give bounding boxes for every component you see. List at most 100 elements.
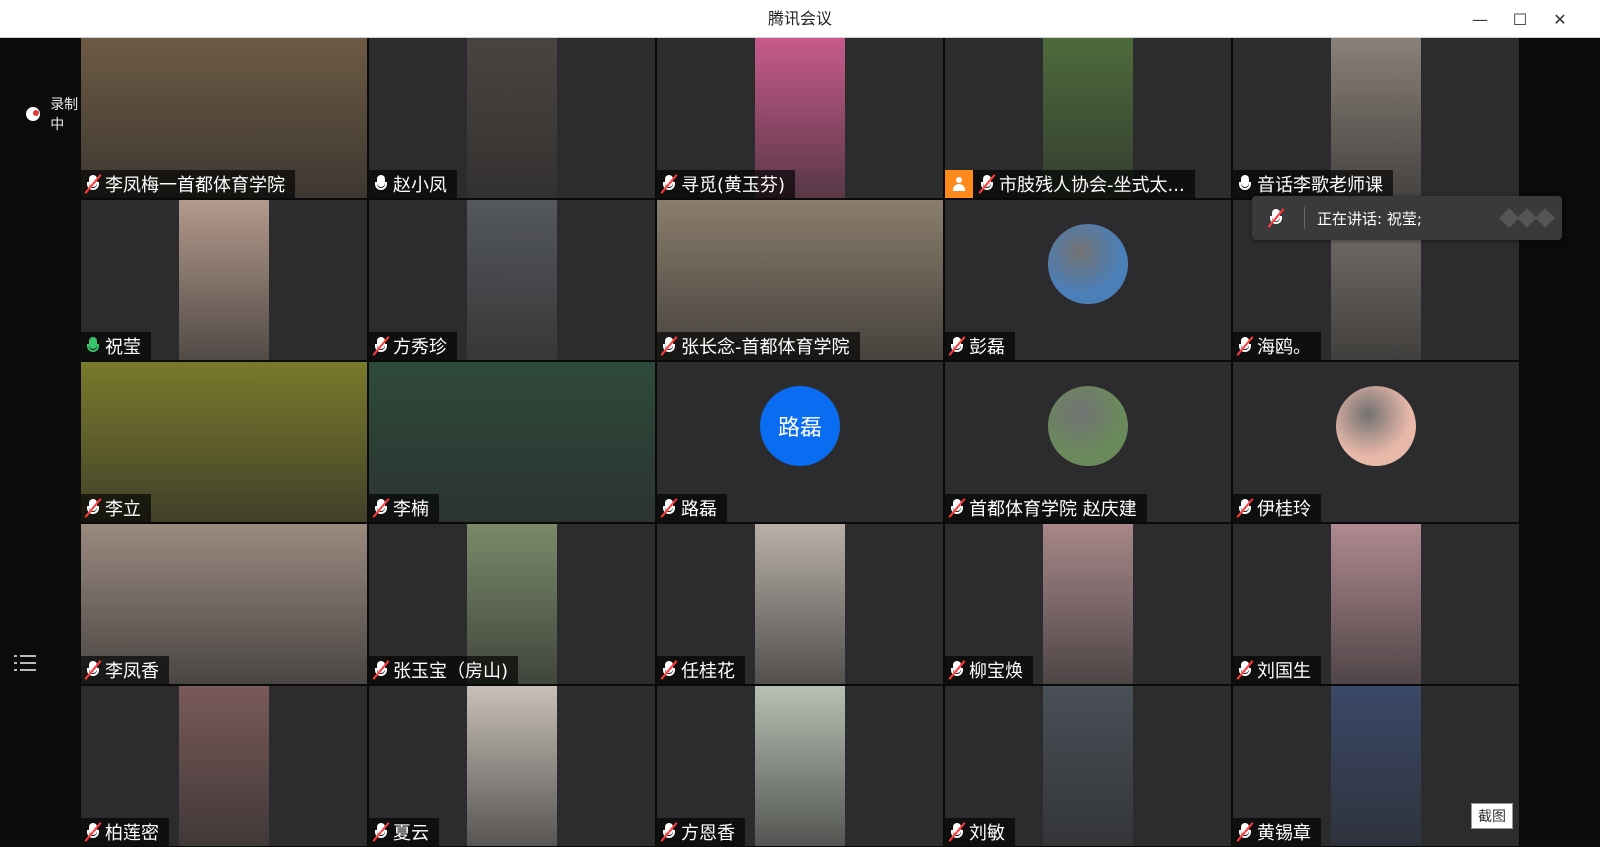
participant-name: 方恩香: [681, 823, 735, 844]
participant-tile[interactable]: 寻觅(黄玉芬): [657, 38, 943, 198]
active-mic-icon: [85, 336, 101, 356]
muted-mic-icon: [660, 822, 678, 842]
muted-mic-icon: [372, 660, 390, 680]
participant-video: [467, 38, 557, 198]
recording-label: 录制中: [50, 97, 79, 133]
participant-tile[interactable]: 任桂花: [657, 524, 943, 684]
participant-tile[interactable]: 刘国生: [1233, 524, 1519, 684]
muted-mic-icon: [372, 498, 390, 518]
participant-label: 寻觅(黄玉芬): [657, 170, 796, 198]
participant-video: [179, 686, 269, 846]
participant-tile[interactable]: 李立: [81, 362, 367, 522]
participant-label: 黄锡章: [1233, 818, 1321, 846]
participant-tile[interactable]: 赵小凤: [369, 38, 655, 198]
participant-tile[interactable]: 音话李歌老师课: [1233, 38, 1519, 198]
participant-name: 路磊: [681, 499, 717, 520]
participant-name: 张长念-首都体育学院: [681, 337, 850, 358]
speaking-label: 正在讲话: 祝莹;: [1317, 209, 1422, 228]
muted-mic-icon: [660, 336, 678, 356]
participant-avatar: 路磊: [760, 386, 840, 466]
muted-mic-icon: [948, 498, 966, 518]
divider: [1304, 207, 1305, 229]
participant-grid: 李凤梅一首都体育学院 赵小凤 寻觅(黄玉芬) 市肢残人协会-坐式太... 音话李歌老师课…: [81, 38, 1519, 847]
participant-video: [755, 686, 845, 846]
screenshot-button[interactable]: 截图: [1471, 803, 1513, 829]
muted-mic-icon: [1236, 336, 1254, 356]
participant-name: 祝莹: [105, 337, 141, 358]
participant-label: 伊桂玲: [1233, 494, 1321, 522]
window-title: 腾讯会议: [767, 9, 832, 28]
participant-label: 李楠: [369, 494, 439, 522]
participant-tile[interactable]: 路磊 路磊: [657, 362, 943, 522]
participant-name: 海鸥。: [1257, 337, 1311, 358]
muted-mic-icon: [948, 660, 966, 680]
participant-label: 首都体育学院 赵庆建: [945, 494, 1147, 522]
muted-mic-icon: [372, 336, 390, 356]
participant-label: 张长念-首都体育学院: [657, 332, 860, 360]
participant-label: 刘国生: [1233, 656, 1321, 684]
participant-label: 柳宝焕: [945, 656, 1033, 684]
muted-mic-icon: [84, 660, 102, 680]
minimize-button[interactable]: —: [1460, 0, 1500, 38]
close-button[interactable]: ✕: [1540, 0, 1580, 38]
participant-tile[interactable]: 首都体育学院 赵庆建: [945, 362, 1231, 522]
maximize-button[interactable]: ☐: [1500, 0, 1540, 38]
participant-tile[interactable]: 张长念-首都体育学院: [657, 200, 943, 360]
participant-name: 音话李歌老师课: [1257, 175, 1383, 196]
participant-tile[interactable]: 方恩香: [657, 686, 943, 846]
participant-video: [755, 524, 845, 684]
participant-tile[interactable]: 彭磊: [945, 200, 1231, 360]
participant-tile[interactable]: 方秀珍: [369, 200, 655, 360]
mic-icon: [373, 174, 389, 194]
list-icon[interactable]: [14, 653, 36, 673]
participant-label: 方秀珍: [369, 332, 457, 360]
participant-video: [1043, 686, 1133, 846]
participant-name: 夏云: [393, 823, 429, 844]
participant-label: 路磊: [657, 494, 727, 522]
participant-label: 市肢残人协会-坐式太...: [945, 170, 1195, 198]
muted-mic-icon: [948, 336, 966, 356]
participant-tile[interactable]: 祝莹: [81, 200, 367, 360]
participant-tile[interactable]: 张玉宝（房山): [369, 524, 655, 684]
title-bar: 腾讯会议 — ☐ ✕: [0, 0, 1600, 38]
muted-mic-icon: [84, 822, 102, 842]
participant-name: 柳宝焕: [969, 661, 1023, 682]
participant-tile[interactable]: 柏莲密: [81, 686, 367, 846]
muted-mic-icon: [1267, 208, 1285, 228]
muted-mic-icon: [660, 660, 678, 680]
participant-name: 李凤梅一首都体育学院: [105, 175, 285, 196]
recording-indicator[interactable]: 录制中: [26, 94, 80, 134]
meeting-stage: 录制中 李凤梅一首都体育学院 赵小凤 寻觅(黄玉芬) 市肢残人协会-坐式太... 音话李…: [0, 38, 1600, 847]
participant-label: 夏云: [369, 818, 439, 846]
participant-avatar: [1048, 224, 1128, 304]
participant-name: 黄锡章: [1257, 823, 1311, 844]
participant-video: [1331, 686, 1421, 846]
participant-tile[interactable]: 柳宝焕: [945, 524, 1231, 684]
participant-tile[interactable]: 刘敏: [945, 686, 1231, 846]
participant-name: 伊桂玲: [1257, 499, 1311, 520]
participant-tile[interactable]: 伊桂玲: [1233, 362, 1519, 522]
muted-mic-icon: [660, 174, 678, 194]
participant-label: 任桂花: [657, 656, 745, 684]
participant-tile[interactable]: 李楠: [369, 362, 655, 522]
speaking-indicator: 正在讲话: 祝莹;: [1252, 196, 1562, 240]
participant-tile[interactable]: 夏云: [369, 686, 655, 846]
muted-mic-icon: [84, 498, 102, 518]
participant-label: 音话李歌老师课: [1233, 170, 1393, 198]
participant-tile[interactable]: 李凤香: [81, 524, 367, 684]
muted-mic-icon: [948, 822, 966, 842]
participant-avatar: [1336, 386, 1416, 466]
participant-label: 张玉宝（房山): [369, 656, 519, 684]
participant-tile[interactable]: 市肢残人协会-坐式太...: [945, 38, 1231, 198]
speaking-tools[interactable]: [1499, 208, 1555, 228]
participant-tile[interactable]: 李凤梅一首都体育学院: [81, 38, 367, 198]
participant-name: 柏莲密: [105, 823, 159, 844]
participant-label: 柏莲密: [81, 818, 169, 846]
participant-name: 市肢残人协会-坐式太...: [999, 175, 1185, 196]
participant-video: [1331, 524, 1421, 684]
muted-mic-icon: [978, 174, 996, 194]
muted-mic-icon: [84, 174, 102, 194]
participant-name: 彭磊: [969, 337, 1005, 358]
participant-label: 祝莹: [81, 332, 151, 360]
participant-name: 刘敏: [969, 823, 1005, 844]
